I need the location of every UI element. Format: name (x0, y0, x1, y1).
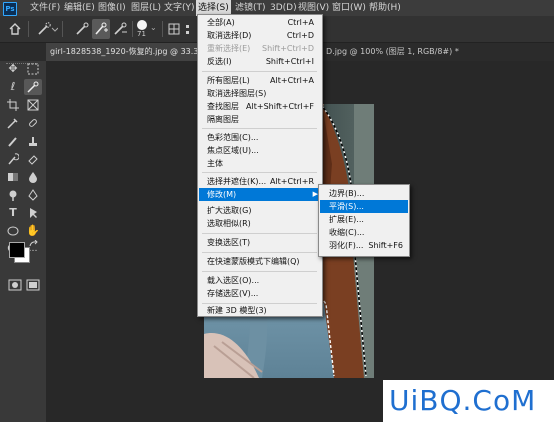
shortcut-all-layers: Alt+Ctrl+A (270, 76, 314, 85)
hand-tool-icon[interactable]: ✋ (24, 223, 42, 239)
sample-all-layers-icon[interactable] (166, 21, 182, 37)
shortcut-find-layers: Alt+Shift+Ctrl+F (246, 102, 314, 111)
brush-tool-icon[interactable] (4, 133, 22, 149)
move-tool-icon[interactable]: ✥ (4, 61, 22, 77)
quick-mask-icon[interactable] (8, 279, 22, 291)
rectangular-marquee-tool-icon[interactable] (24, 61, 42, 77)
ellipse-tool-icon[interactable] (4, 223, 22, 239)
menu-item-select-all[interactable]: 全部(A) (207, 16, 235, 29)
menu-item-similar[interactable]: 选取相似(R) (207, 217, 251, 230)
menu-separator (202, 233, 317, 234)
shortcut-select-all: Ctrl+A (287, 18, 314, 27)
submenu-item-smooth[interactable]: 平滑(S)... (329, 200, 364, 213)
dodge-tool-icon[interactable] (4, 187, 22, 203)
tab-document-2[interactable]: D.jpg @ 100% (图层 1, RGB/8#) * (322, 43, 463, 61)
menu-item-quick-mask[interactable]: 在快速蒙版模式下编辑(Q) (207, 255, 300, 268)
menu-item-transform-selection[interactable]: 变换选区(T) (207, 236, 250, 249)
divider (132, 21, 133, 37)
menu-separator (202, 271, 317, 272)
quick-selection-tool-icon[interactable] (36, 21, 58, 37)
pen-tool-icon[interactable] (24, 187, 42, 203)
watermark-text: UiBQ.CoM (389, 384, 537, 417)
shortcut-inverse: Shift+Ctrl+I (265, 57, 314, 66)
home-icon[interactable] (8, 22, 22, 36)
menu-separator (202, 252, 317, 253)
clone-stamp-tool-icon[interactable] (24, 133, 42, 149)
menu-item-find-layers[interactable]: 查找图层 (207, 100, 239, 113)
tools-panel: ✥ ℓ T ✋ … (0, 61, 46, 422)
more-options-icon[interactable] (184, 21, 196, 37)
menu-item-color-range[interactable]: 色彩范围(C)... (207, 131, 258, 144)
menu-item-inverse[interactable]: 反选(I) (207, 55, 232, 68)
gradient-tool-icon[interactable] (4, 169, 22, 185)
menu-item-deselect[interactable]: 取消选择(D) (207, 29, 251, 42)
crop-tool-icon[interactable] (4, 97, 22, 113)
submenu-item-feather[interactable]: 羽化(F)... (329, 239, 363, 252)
submenu-item-border[interactable]: 边界(B)... (329, 187, 364, 200)
menu-file[interactable]: 文件(F) (28, 0, 62, 16)
foreground-color-swatch[interactable] (9, 242, 25, 258)
menu-type[interactable]: 文字(Y) (162, 0, 197, 16)
photoshop-logo[interactable]: Ps (3, 2, 17, 16)
eyedropper-tool-icon[interactable] (4, 115, 22, 131)
swap-colors-icon[interactable] (29, 240, 39, 248)
menu-item-focus-area[interactable]: 焦点区域(U)... (207, 144, 259, 157)
path-selection-tool-icon[interactable] (24, 205, 42, 221)
blur-tool-icon[interactable] (24, 169, 42, 185)
submenu-item-expand[interactable]: 扩展(E)... (329, 213, 364, 226)
menu-layer[interactable]: 图层(L) (129, 0, 163, 16)
menu-item-isolate-layers[interactable]: 隔离图层 (207, 113, 239, 126)
menu-item-subject[interactable]: 主体 (207, 157, 223, 170)
menu-item-deselect-layers[interactable]: 取消选择图层(S) (207, 87, 266, 100)
menu-item-new-3d-model[interactable]: 新建 3D 模型(3) (207, 304, 267, 317)
menu-edit[interactable]: 编辑(E) (62, 0, 97, 16)
new-selection-brush-icon[interactable] (74, 21, 90, 37)
subtract-from-selection-icon[interactable] (112, 21, 128, 37)
menu-separator (202, 128, 317, 129)
menu-item-save-selection[interactable]: 存储选区(V)... (207, 287, 258, 300)
divider (62, 21, 63, 37)
tab-document-1[interactable]: girl-1828538_1920-恢复的.jpg @ 33.3% (RGB/8… (46, 43, 202, 61)
menu-item-select-and-mask[interactable]: 选择并遮住(K)... (207, 175, 266, 188)
menu-image[interactable]: 图像(I) (96, 0, 128, 16)
healing-brush-tool-icon[interactable] (24, 115, 42, 131)
type-tool-icon[interactable]: T (4, 205, 22, 221)
divider (162, 21, 163, 37)
watermark: UiBQ.CoM (383, 380, 554, 422)
chevron-down-icon[interactable]: ⌄ (150, 23, 157, 32)
add-to-selection-button[interactable] (92, 19, 110, 39)
brush-preview-icon[interactable] (137, 20, 147, 30)
history-brush-tool-icon[interactable] (4, 151, 22, 167)
menu-separator (202, 71, 317, 72)
menu-separator (202, 172, 317, 173)
quick-selection-tool-icon[interactable] (24, 79, 42, 95)
eraser-tool-icon[interactable] (24, 151, 42, 167)
menu-item-modify[interactable]: 修改(M) (207, 188, 236, 201)
modify-submenu: 边界(B)... 平滑(S)... 扩展(E)... 收缩(C)... 羽化(F… (318, 184, 410, 257)
select-menu-dropdown: 全部(A) Ctrl+A 取消选择(D) Ctrl+D 重新选择(E) Shif… (197, 14, 323, 317)
brush-size-value: 71 (137, 30, 146, 38)
submenu-item-contract[interactable]: 收缩(C)... (329, 226, 364, 239)
shortcut-reselect: Shift+Ctrl+D (262, 44, 314, 53)
menu-item-all-layers[interactable]: 所有图层(L) (207, 74, 250, 87)
frame-tool-icon[interactable] (24, 97, 42, 113)
lasso-tool-icon[interactable]: ℓ (4, 79, 22, 95)
menu-window[interactable]: 窗口(W) (330, 0, 368, 16)
shortcut-feather: Shift+F6 (368, 241, 403, 250)
menu-item-grow[interactable]: 扩大选取(G) (207, 204, 251, 217)
menu-help[interactable]: 帮助(H) (367, 0, 403, 16)
menu-item-reselect: 重新选择(E) (207, 44, 251, 53)
menu-item-load-selection[interactable]: 载入选区(O)... (207, 274, 259, 287)
shortcut-deselect: Ctrl+D (286, 31, 314, 40)
screen-mode-icon[interactable] (26, 279, 40, 291)
shortcut-select-and-mask: Alt+Ctrl+R (269, 177, 314, 186)
divider (28, 21, 29, 37)
